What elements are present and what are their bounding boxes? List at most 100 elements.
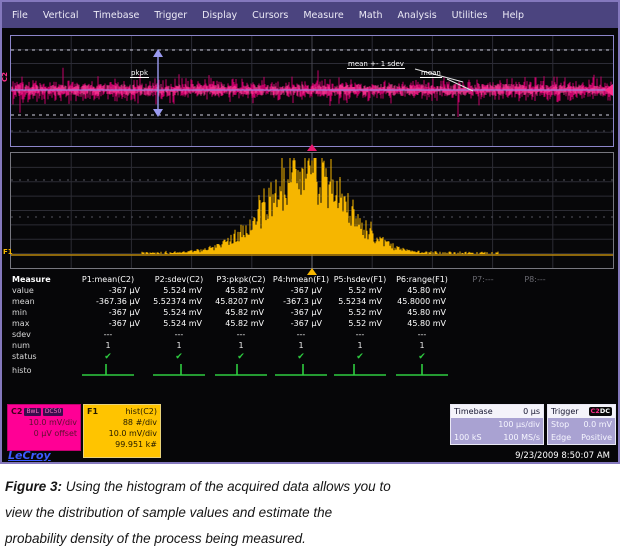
cell-min-p2: 5.524 mV: [148, 308, 210, 317]
cell-mean-p5: 5.5234 mV: [330, 297, 390, 306]
cell-value-p5: 5.52 mV: [330, 286, 390, 295]
col-header-p1[interactable]: P1:mean(C2): [68, 275, 148, 284]
noise-waveform: [11, 36, 613, 146]
row-label-histo: histo: [10, 366, 68, 375]
c2-coupling-badge: DC50: [43, 408, 63, 416]
f1-volts-per-div: 10.0 mV/div: [87, 428, 157, 439]
col-header-p8[interactable]: P8:---: [512, 275, 558, 284]
trigger-time-marker[interactable]: [307, 144, 317, 151]
trigger-box[interactable]: Trigger C2DC Stop 0.0 mV Edge Positive: [547, 404, 616, 445]
status-check-p2: ✔: [148, 352, 210, 362]
timebase-box[interactable]: Timebase 0 µs 100 µs/div 100 kS 100 MS/s: [450, 404, 544, 445]
cell-max-p2: 5.524 mV: [148, 319, 210, 328]
caption-text: Using the histogram of the acquired data…: [5, 479, 391, 546]
cell-num-p6: 1: [390, 341, 454, 350]
c2-bwl-badge: BwL: [24, 408, 40, 416]
histo-sparkline-p6: [390, 362, 454, 379]
cell-min-p6: 45.80 mV: [390, 308, 454, 317]
trigger-slope: Positive: [581, 432, 612, 443]
cell-mean-p4: -367.3 µV: [272, 297, 330, 306]
row-label-num: num: [10, 341, 68, 350]
mean-annotation: mean: [420, 69, 442, 78]
c2-label: C2: [11, 406, 22, 417]
status-check-p3: ✔: [210, 352, 272, 362]
menu-item-cursors[interactable]: Cursors: [252, 10, 288, 21]
cell-num-p1: 1: [68, 341, 148, 350]
datetime-display: 9/23/2009 8:50:07 AM: [515, 451, 610, 461]
col-header-p2[interactable]: P2:sdev(C2): [148, 275, 210, 284]
status-check-p4: ✔: [272, 352, 330, 362]
col-header-p7[interactable]: P7:---: [454, 275, 512, 284]
row-label-status: status: [10, 352, 68, 361]
cell-value-p1: -367 µV: [68, 286, 148, 295]
cell-max-p5: 5.52 mV: [330, 319, 390, 328]
cell-min-p3: 45.82 mV: [210, 308, 272, 317]
f1-function: hist(C2): [125, 406, 157, 417]
cell-mean-p6: 45.8000 mV: [390, 297, 454, 306]
histo-sparkline-p4: [272, 362, 330, 379]
lecroy-logo: LeCroy: [8, 449, 51, 462]
menu-item-vertical[interactable]: Vertical: [43, 10, 79, 21]
cell-sdev-p6: ---: [390, 330, 454, 339]
col-header-p5[interactable]: P5:hsdev(F1): [330, 275, 390, 284]
waveform-grid[interactable]: pkpk mean +- 1 sdev mean: [10, 35, 614, 147]
menu-item-math[interactable]: Math: [359, 10, 383, 21]
measure-table-title: Measure: [10, 275, 68, 284]
menu-item-trigger[interactable]: Trigger: [154, 10, 187, 21]
c2-offset: 0 µV offset: [11, 428, 77, 439]
cell-sdev-p4: ---: [272, 330, 330, 339]
timebase-rate: 100 MS/s: [503, 432, 540, 443]
cell-max-p6: 45.80 mV: [390, 319, 454, 328]
row-label-mean: mean: [10, 297, 68, 306]
menu-bar: File Vertical Timebase Trigger Display Cursor…: [2, 2, 618, 28]
c2-volts-per-div: 10.0 mV/div: [11, 417, 77, 428]
timebase-samples: 100 kS: [454, 432, 482, 443]
oscilloscope-screen: File Vertical Timebase Trigger Display Cursor…: [0, 0, 620, 464]
col-header-p6[interactable]: P6:range(F1): [390, 275, 454, 284]
menu-item-measure[interactable]: Measure: [303, 10, 343, 21]
status-check-p6: ✔: [390, 352, 454, 362]
menu-item-display[interactable]: Display: [202, 10, 237, 21]
cell-min-p1: -367 µV: [68, 308, 148, 317]
trigger-type: Edge: [551, 432, 571, 443]
histogram-grid[interactable]: [10, 152, 614, 269]
cell-value-p4: -367 µV: [272, 286, 330, 295]
trigger-title: Trigger: [551, 406, 579, 417]
cell-value-p6: 45.80 mV: [390, 286, 454, 295]
cell-sdev-p3: ---: [210, 330, 272, 339]
trigger-level: 0.0 mV: [583, 419, 612, 430]
cell-sdev-p1: ---: [68, 330, 148, 339]
menu-item-timebase[interactable]: Timebase: [93, 10, 139, 21]
row-label-value: value: [10, 286, 68, 295]
cell-max-p4: -367 µV: [272, 319, 330, 328]
menu-item-file[interactable]: File: [12, 10, 28, 21]
status-check-p1: ✔: [68, 352, 148, 362]
cell-num-p4: 1: [272, 341, 330, 350]
cell-value-p2: 5.524 mV: [148, 286, 210, 295]
row-label-max: max: [10, 319, 68, 328]
c2-trace-label: C2: [1, 72, 9, 82]
cell-mean-p1: -367.36 µV: [68, 297, 148, 306]
cell-min-p4: -367 µV: [272, 308, 330, 317]
row-label-sdev: sdev: [10, 330, 68, 339]
col-header-p3[interactable]: P3:pkpk(C2): [210, 275, 272, 284]
mean-sdev-annotation: mean +- 1 sdev: [347, 60, 405, 69]
f1-population: 99.951 k#: [87, 439, 157, 450]
cell-mean-p3: 45.8207 mV: [210, 297, 272, 306]
cell-mean-p2: 5.52374 mV: [148, 297, 210, 306]
histogram-trace: [11, 153, 613, 268]
measure-table: MeasureP1:mean(C2)P2:sdev(C2)P3:pkpk(C2)…: [10, 274, 616, 378]
status-check-p5: ✔: [330, 352, 390, 362]
caption-lead: Figure 3:: [5, 479, 62, 494]
cell-max-p3: 45.82 mV: [210, 319, 272, 328]
trigger-source-badge: C2DC: [589, 407, 612, 416]
menu-item-help[interactable]: Help: [502, 10, 524, 21]
trigger-mode: Stop: [551, 419, 569, 430]
cell-value-p3: 45.82 mV: [210, 286, 272, 295]
timebase-per-div: 100 µs/div: [498, 419, 540, 430]
c2-descriptor-box[interactable]: C2 BwL DC50 10.0 mV/div 0 µV offset: [7, 404, 81, 451]
menu-item-analysis[interactable]: Analysis: [398, 10, 437, 21]
f1-descriptor-box[interactable]: F1 hist(C2) 88 #/div 10.0 mV/div 99.951 …: [83, 404, 161, 458]
menu-item-utilities[interactable]: Utilities: [452, 10, 488, 21]
col-header-p4[interactable]: P4:hmean(F1): [272, 275, 330, 284]
